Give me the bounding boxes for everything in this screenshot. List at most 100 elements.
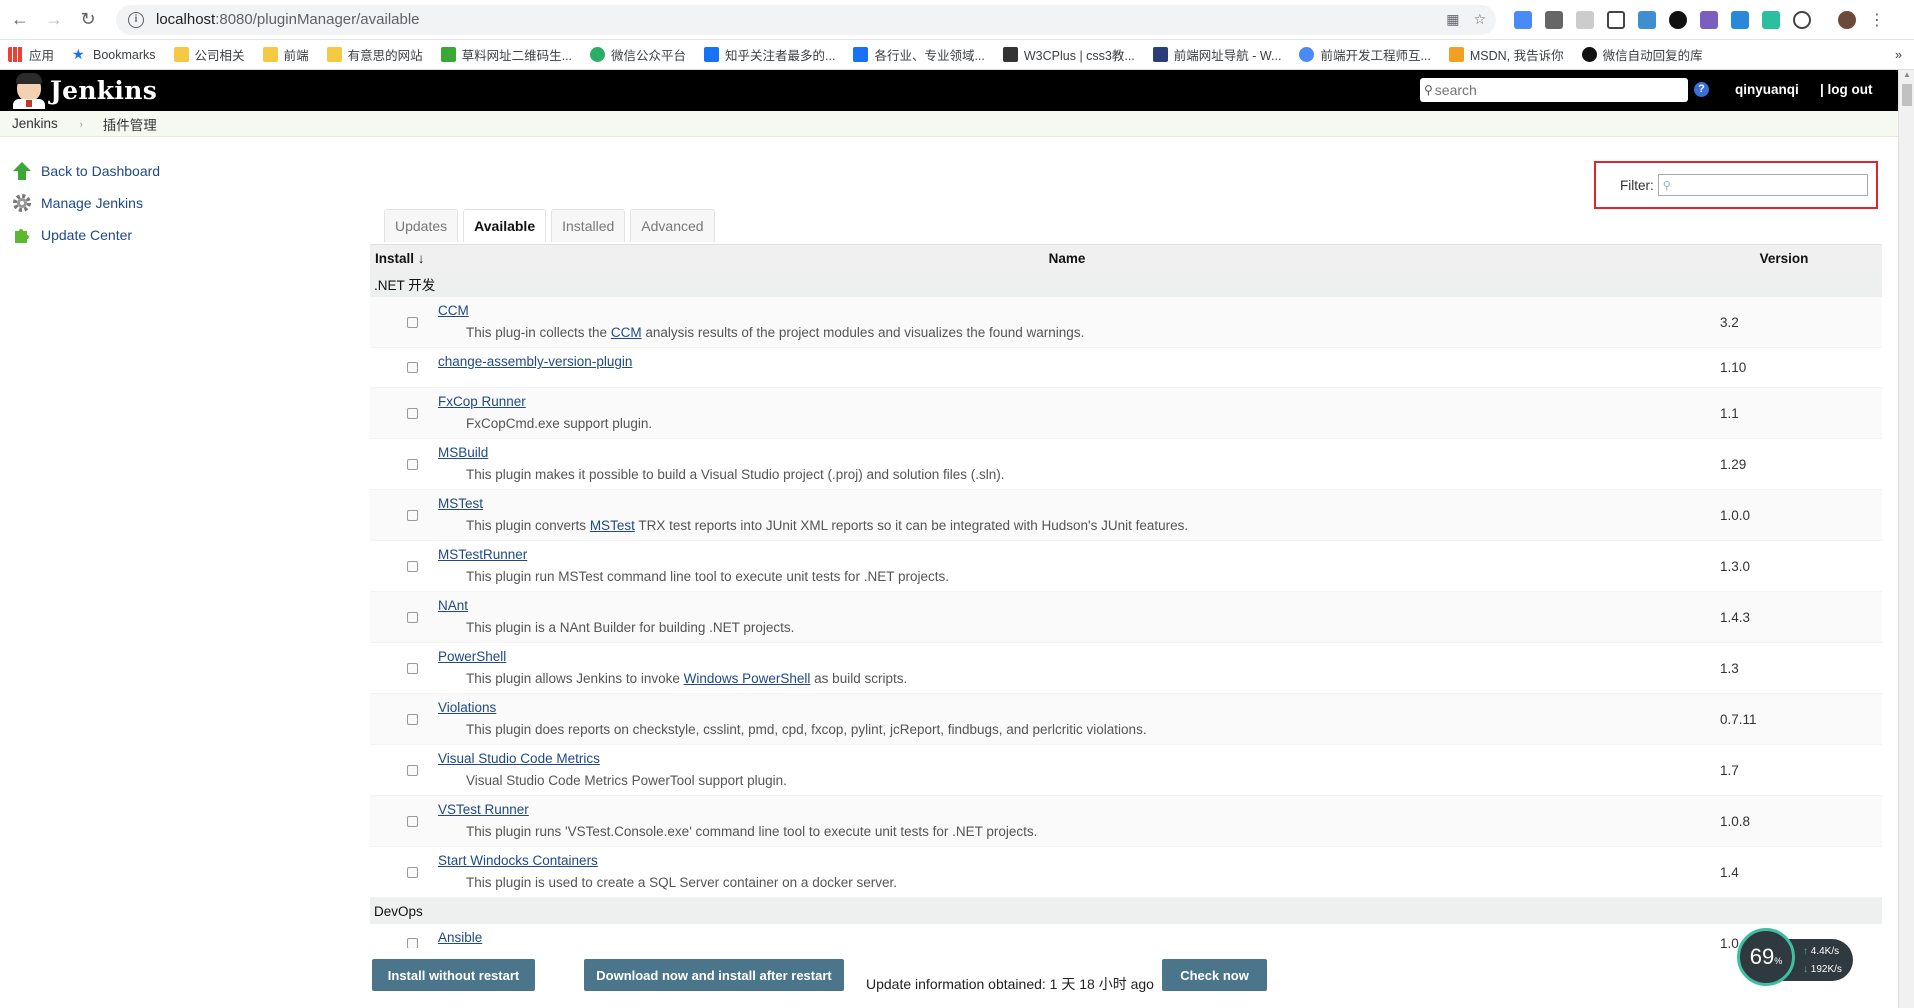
plugin-version: 1.7 (1720, 762, 1739, 778)
bookmark-folder[interactable]: 前端 (262, 45, 309, 64)
install-checkbox[interactable] (406, 509, 418, 521)
install-checkbox[interactable] (406, 316, 418, 328)
tab-advanced[interactable]: Advanced (630, 209, 715, 242)
plugin-name-link[interactable]: MSTest (438, 496, 483, 511)
install-checkbox[interactable] (406, 662, 418, 674)
install-cell (370, 694, 438, 744)
plugin-description-link[interactable]: Windows PowerShell (684, 671, 811, 686)
extension-clock-icon[interactable] (1793, 10, 1811, 29)
install-checkbox[interactable] (406, 458, 418, 470)
site-info-icon[interactable]: i (128, 11, 144, 28)
network-monitor-widget[interactable]: 69% ↑ 4.4K/s ↓ 192K/s (1737, 928, 1854, 986)
extension-vue-icon[interactable] (1638, 10, 1656, 29)
puzzle-icon (12, 225, 32, 245)
bookmark-apps[interactable]: 应用 (8, 45, 54, 64)
plugin-name-link[interactable]: FxCop Runner (438, 394, 526, 409)
extension-new-icon[interactable] (1731, 10, 1749, 29)
version-column-header[interactable]: Version (1694, 251, 1874, 266)
extension-translate-icon[interactable] (1514, 10, 1532, 29)
plugin-description-link[interactable]: MSTest (590, 518, 635, 533)
tab-available[interactable]: Available (463, 209, 547, 242)
bookmark-link[interactable]: 微信公众平台 (590, 45, 686, 64)
plugin-name-link[interactable]: VSTest Runner (438, 802, 529, 817)
bookmark-link[interactable]: 微信自动回复的库 (1581, 45, 1703, 64)
extension-circle-icon[interactable] (1669, 10, 1687, 29)
install-checkbox[interactable] (406, 866, 418, 878)
download-arrow-icon: ↓ (1803, 964, 1808, 975)
logout-link[interactable]: | log out (1820, 82, 1873, 97)
bookmark-folder[interactable]: 有意思的网站 (326, 45, 423, 64)
side-item-back-to-dashboard[interactable]: Back to Dashboard (12, 155, 312, 187)
plugin-name-link[interactable]: MSBuild (438, 445, 488, 460)
name-cell: Start Windocks Containers This plugin is … (438, 847, 1714, 897)
plugin-name-link[interactable]: change-assembly-version-plugin (438, 354, 632, 369)
filter-field[interactable]: ⚲ (1657, 174, 1868, 196)
extension-screenshot-icon[interactable] (1607, 10, 1625, 29)
side-item-update-center[interactable]: Update Center (12, 219, 312, 251)
extension-pen-icon[interactable] (1762, 10, 1780, 29)
jenkins-logo[interactable]: Jenkins (12, 72, 157, 109)
scroll-up-icon[interactable]: ▲ (1899, 70, 1914, 84)
plugin-name-link[interactable]: Ansible (438, 930, 482, 945)
plugin-name-link[interactable]: CCM (438, 303, 469, 318)
bookmark-link[interactable]: 前端开发工程师互... (1299, 45, 1431, 64)
plugin-name-link[interactable]: PowerShell (438, 649, 506, 664)
bookmark-link[interactable]: W3CPlus | css3教... (1002, 45, 1135, 64)
plugin-name-link[interactable]: Visual Studio Code Metrics (438, 751, 600, 766)
extension-shield-icon[interactable] (1576, 10, 1594, 29)
install-checkbox[interactable] (406, 362, 418, 373)
filter-input[interactable] (1674, 176, 1855, 194)
install-checkbox[interactable] (406, 764, 418, 776)
breadcrumb-plugin-manager[interactable]: 插件管理 (103, 114, 157, 134)
download-install-after-restart-button[interactable]: Download now and install after restart (584, 959, 844, 991)
install-column-header[interactable]: Install ↓ (370, 251, 440, 266)
plugin-description: FxCopCmd.exe support plugin. (466, 416, 653, 431)
page-scrollbar[interactable]: ▲ (1898, 70, 1914, 1008)
install-without-restart-button[interactable]: Install without restart (372, 959, 535, 991)
bookmark-bookmarks[interactable]: ★ Bookmarks (72, 47, 156, 62)
menu-icon[interactable]: ⋮ (1869, 10, 1885, 30)
tab-updates[interactable]: Updates (384, 209, 459, 242)
search-input[interactable] (1434, 82, 1675, 98)
translate-icon[interactable]: ▦ (1446, 11, 1459, 28)
plugin-version: 3.2 (1720, 314, 1739, 330)
breadcrumb-jenkins[interactable]: Jenkins (12, 116, 58, 131)
install-checkbox[interactable] (406, 560, 418, 572)
bookmark-folder[interactable]: 公司相关 (173, 45, 245, 64)
more-bookmarks[interactable]: » (1895, 48, 1902, 62)
extension-cube-icon[interactable] (1700, 10, 1718, 29)
plugin-name-link[interactable]: MSTestRunner (438, 547, 527, 562)
back-icon[interactable]: ← (6, 6, 34, 34)
address-bar[interactable]: i localhost:8080/pluginManager/available… (116, 4, 1496, 35)
forward-icon[interactable]: → (40, 6, 68, 34)
bookmark-link[interactable]: 草料网址二维码生... (440, 45, 572, 64)
install-checkbox[interactable] (406, 815, 418, 827)
plugin-name-link[interactable]: Start Windocks Containers (438, 853, 598, 868)
bookmark-link[interactable]: MSDN, 我告诉你 (1448, 45, 1564, 64)
scroll-thumb[interactable] (1902, 84, 1912, 106)
header-search[interactable]: ⚲ (1420, 78, 1688, 102)
name-column-header[interactable]: Name (440, 251, 1694, 266)
plugin-name-link[interactable]: Violations (438, 700, 496, 715)
install-checkbox[interactable] (406, 407, 418, 419)
side-item-manage-jenkins[interactable]: Manage Jenkins (12, 187, 312, 219)
install-checkbox[interactable] (406, 713, 418, 725)
install-cell (370, 592, 438, 642)
install-checkbox[interactable] (406, 611, 418, 623)
check-now-button[interactable]: Check now (1162, 959, 1267, 991)
profile-avatar[interactable] (1838, 10, 1856, 29)
extension-qr-icon[interactable] (1545, 10, 1563, 29)
user-link[interactable]: qinyuanqi (1735, 82, 1799, 97)
star-icon[interactable]: ☆ (1473, 11, 1486, 28)
bookmark-link[interactable]: 知乎关注者最多的... (704, 45, 835, 64)
plugin-name-link[interactable]: NAnt (438, 598, 468, 613)
plugin-description-link[interactable]: CCM (611, 325, 642, 340)
name-cell: change-assembly-version-plugin (438, 348, 1714, 387)
reload-icon[interactable]: ↻ (74, 6, 102, 34)
help-icon[interactable]: ? (1694, 82, 1709, 97)
tab-installed[interactable]: Installed (551, 209, 626, 242)
bookmark-link[interactable]: 前端网址导航 - W... (1152, 45, 1281, 64)
plugins-table: Install ↓ Name Version .NET 开发 CCM This pl… (370, 244, 1882, 964)
table-row: NAnt This plugin is a NAnt Builder for bu… (370, 592, 1882, 643)
bookmark-link[interactable]: 各行业、专业领域... (853, 45, 985, 64)
